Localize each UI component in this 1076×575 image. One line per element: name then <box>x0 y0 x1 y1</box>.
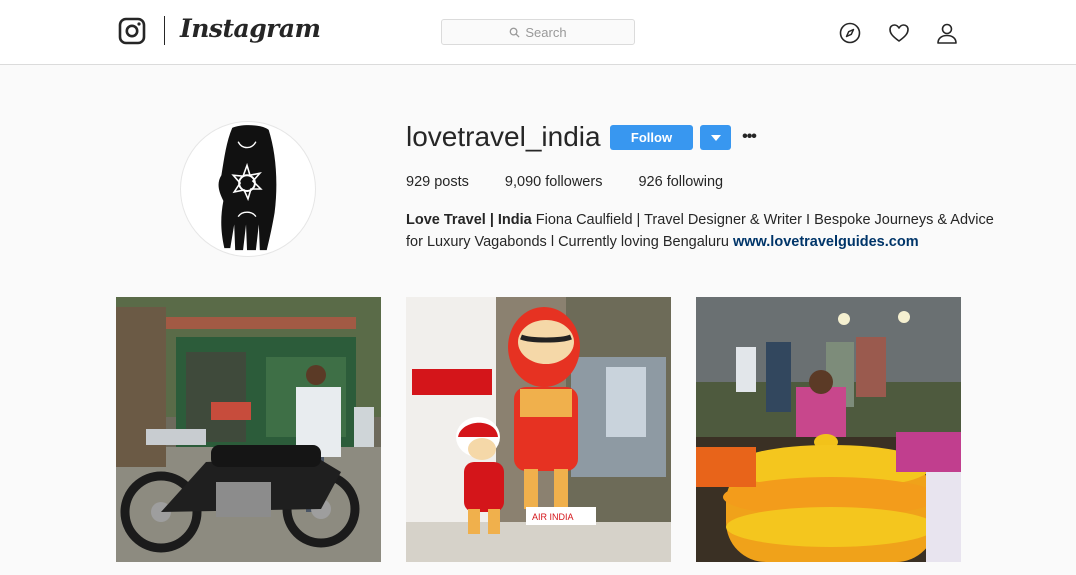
following-count: 926 <box>638 174 663 190</box>
search-input[interactable]: Search <box>441 19 635 45</box>
post-thumbnail[interactable] <box>116 297 381 562</box>
compass-icon[interactable] <box>839 22 861 44</box>
flower-market-photo <box>696 297 961 562</box>
posts-label: posts <box>434 174 469 190</box>
maharaja-mascot-photo: AIR INDIA <box>406 297 671 562</box>
search-placeholder: Search <box>525 24 567 40</box>
instagram-camera-icon[interactable] <box>118 17 146 45</box>
caret-down-icon <box>710 134 721 141</box>
profile-avatar[interactable] <box>180 121 316 257</box>
post-thumbnail[interactable] <box>696 297 961 562</box>
follow-button[interactable]: Follow <box>610 125 693 150</box>
followers-label: followers <box>545 174 603 190</box>
henna-hand-image <box>218 125 277 251</box>
heart-icon[interactable] <box>888 22 910 44</box>
followers-count: 9,090 <box>504 174 542 190</box>
profile-username: lovetravel_india <box>406 121 601 152</box>
following-label: following <box>666 174 724 190</box>
motorcycle-photo <box>116 297 381 562</box>
top-navigation-bar: Instagram Search <box>0 0 1076 65</box>
suggestions-dropdown-button[interactable] <box>700 125 731 150</box>
search-icon <box>510 27 520 38</box>
posts-count: 929 <box>406 174 431 190</box>
posts-stat: 929 posts <box>406 174 469 190</box>
person-icon[interactable] <box>936 22 958 44</box>
bio-name: Love Travel | India <box>406 212 532 228</box>
bio-website-link[interactable]: www.lovetravelguides.com <box>733 234 919 250</box>
instagram-wordmark[interactable]: Instagram <box>180 14 321 43</box>
more-options-button[interactable]: ••• <box>740 127 758 147</box>
profile-bio: Love Travel | India Fiona Caulfield | Tr… <box>406 209 1006 253</box>
following-stat[interactable]: 926 following <box>638 174 723 190</box>
profile-stats: 929 posts 9,090 followers 926 following <box>406 174 759 190</box>
logo-divider <box>164 16 165 45</box>
svg-text:AIR INDIA: AIR INDIA <box>532 512 574 522</box>
post-thumbnail[interactable]: AIR INDIA <box>406 297 671 562</box>
followers-stat[interactable]: 9,090 followers <box>505 174 603 190</box>
